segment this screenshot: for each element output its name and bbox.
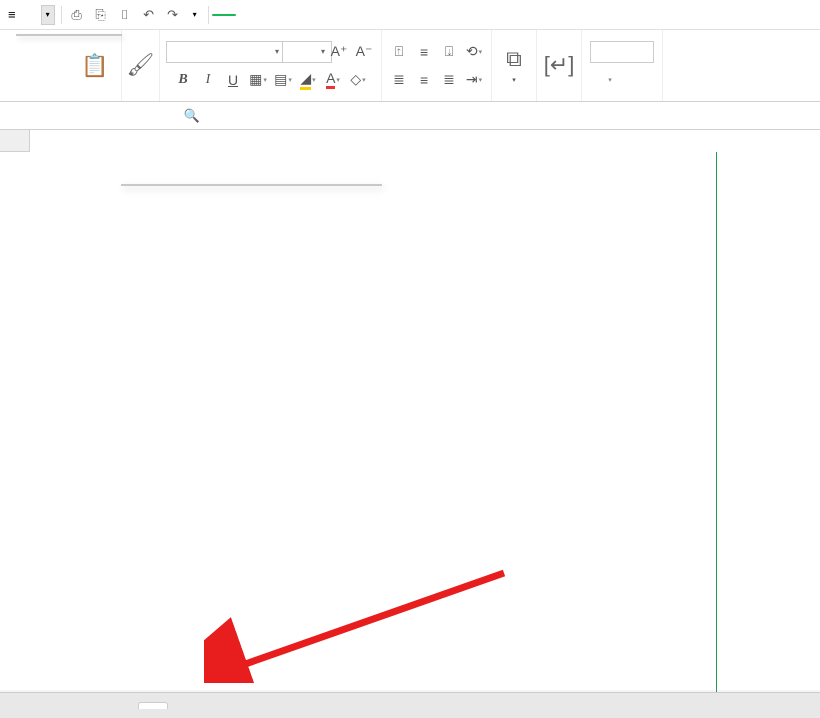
orientation-button[interactable]: ⟲ <box>463 41 485 63</box>
fill-color-button[interactable]: ◢ <box>297 69 319 91</box>
hamburger-icon[interactable]: ≡ <box>4 5 20 24</box>
insert-function-icon[interactable]: 🔍 <box>180 104 204 128</box>
sheet-tab-bar <box>0 692 820 718</box>
currency-button[interactable] <box>599 69 621 91</box>
add-sheet-button[interactable] <box>174 696 194 716</box>
menu-view[interactable] <box>326 12 344 18</box>
quick-dropdown-icon[interactable]: ▾ <box>188 5 202 25</box>
border-button[interactable]: ▦ <box>247 69 269 91</box>
bold-button[interactable]: B <box>172 69 194 91</box>
menu-formulas[interactable] <box>272 12 290 18</box>
formula-bar: 🔍 <box>0 102 820 130</box>
tools-submenu <box>121 184 382 186</box>
auto-wrap-button[interactable]: [↵] <box>541 49 577 83</box>
ribbon-toolbar: 📋 🖌 ▾ ▾ A⁺ A⁻ B I U ▦ ▤ ◢ A ◇ ⍐ ≡ ⍗ <box>0 30 820 102</box>
font-color-button[interactable]: A <box>322 69 344 91</box>
align-top-icon[interactable]: ⍐ <box>388 41 410 63</box>
redo-icon[interactable]: ↷ <box>163 5 183 25</box>
file-dropdown-icon[interactable]: ▾ <box>41 5 55 25</box>
brush-icon: 🖌 <box>129 53 153 77</box>
separator <box>61 6 62 24</box>
quick-icon[interactable]: ⌷ <box>115 5 135 25</box>
undo-icon[interactable]: ↶ <box>139 5 159 25</box>
paste-button[interactable]: 📋 <box>77 50 113 82</box>
clipboard-icon: 📋 <box>83 54 107 78</box>
menu-devtools[interactable] <box>362 12 380 18</box>
print-preview-icon[interactable]: ⎘ <box>91 5 111 25</box>
print-icon[interactable]: ⎙ <box>67 5 87 25</box>
cell-style-button[interactable]: ▤ <box>272 69 294 91</box>
menu-cloud[interactable] <box>380 12 398 18</box>
menubar: ≡ ▾ ⎙ ⎘ ⌷ ↶ ↷ ▾ <box>0 0 820 30</box>
font-size-select[interactable] <box>282 41 332 63</box>
merge-icon: ⧉ <box>502 47 526 71</box>
spreadsheet-grid[interactable] <box>0 130 820 690</box>
sheet-tab-1[interactable] <box>138 702 168 709</box>
align-middle-icon[interactable]: ≡ <box>413 41 435 63</box>
align-left-icon[interactable]: ≣ <box>388 69 410 91</box>
menu-security[interactable] <box>344 12 362 18</box>
select-all-corner[interactable] <box>0 130 30 152</box>
number-format-select[interactable] <box>590 41 654 63</box>
menu-start[interactable] <box>212 14 236 16</box>
align-center-icon[interactable]: ≡ <box>413 69 435 91</box>
font-name-select[interactable] <box>166 41 286 63</box>
align-bottom-icon[interactable]: ⍗ <box>438 41 460 63</box>
column-selection-line <box>716 152 717 692</box>
menu-insert[interactable] <box>236 12 254 18</box>
menu-file[interactable] <box>20 12 38 18</box>
percent-button[interactable] <box>624 69 646 91</box>
menu-page-layout[interactable] <box>254 12 272 18</box>
separator <box>208 6 209 24</box>
increase-font-icon[interactable]: A⁺ <box>328 41 350 63</box>
decrease-font-icon[interactable]: A⁻ <box>353 41 375 63</box>
menu-data[interactable] <box>290 12 308 18</box>
align-right-icon[interactable]: ≣ <box>438 69 460 91</box>
italic-button[interactable]: I <box>197 69 219 91</box>
clear-format-button[interactable]: ◇ <box>347 69 369 91</box>
format-painter-button[interactable]: 🖌 <box>123 49 159 83</box>
menu-review[interactable] <box>308 12 326 18</box>
indent-button[interactable]: ⇥ <box>463 69 485 91</box>
underline-button[interactable]: U <box>222 69 244 91</box>
merge-center-button[interactable]: ⧉ ▾ <box>496 43 532 89</box>
file-submenu <box>16 34 122 36</box>
wrap-icon: [↵] <box>547 53 571 77</box>
